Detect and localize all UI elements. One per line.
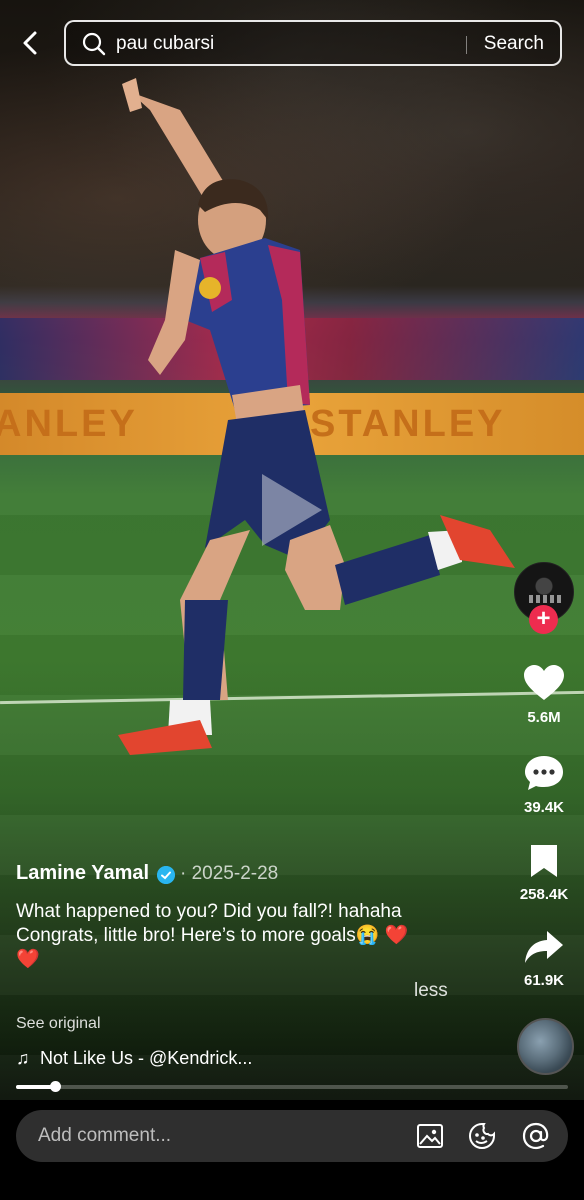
- save-count: 258.4K: [519, 886, 569, 903]
- share-button[interactable]: 61.9K: [514, 929, 574, 989]
- post-caption: What happened to you? Did you fall?! hah…: [16, 900, 466, 972]
- video-screen: ANLEY STANLEY pau cubarsi Search + 5.6M …: [0, 0, 584, 1200]
- progress-knob[interactable]: [50, 1081, 61, 1092]
- play-icon[interactable]: [262, 474, 322, 546]
- music-label[interactable]: ♫ Not Like Us - @Kendrick...: [16, 1048, 252, 1069]
- search-icon: [82, 32, 106, 56]
- caption-line: What happened to you? Did you fall?! hah…: [16, 901, 402, 922]
- back-arrow-icon[interactable]: [18, 30, 44, 56]
- see-original-link[interactable]: See original: [16, 1015, 101, 1033]
- like-button[interactable]: 5.6M: [514, 664, 574, 726]
- music-note-icon: ♫: [16, 1048, 30, 1068]
- caption-line: Congrats, little bro! Here’s to more goa…: [16, 925, 409, 946]
- search-button[interactable]: Search: [484, 33, 544, 55]
- bookmark-icon: [531, 845, 557, 877]
- music-disc[interactable]: [517, 1018, 574, 1075]
- music-title: Not Like Us - @Kendrick...: [40, 1048, 253, 1068]
- author-name[interactable]: Lamine Yamal: [16, 862, 149, 885]
- comment-bubble-icon: [525, 756, 563, 790]
- image-icon[interactable]: [416, 1122, 444, 1150]
- verified-badge-icon: [157, 866, 175, 884]
- search-query[interactable]: pau cubarsi: [116, 33, 214, 55]
- mention-at-icon[interactable]: [522, 1122, 550, 1150]
- post-date: · 2025-2-28: [180, 863, 279, 884]
- like-count: 5.6M: [527, 709, 561, 726]
- search-bar[interactable]: pau cubarsi Search: [64, 20, 562, 66]
- sticker-emoji-icon[interactable]: [468, 1122, 496, 1150]
- follow-plus-button[interactable]: +: [529, 605, 558, 634]
- comment-placeholder: Add comment...: [38, 1125, 172, 1146]
- save-button[interactable]: 258.4K: [514, 843, 574, 903]
- progress-track[interactable]: [16, 1085, 568, 1089]
- heart-icon: [524, 665, 564, 700]
- share-arrow-icon: [525, 931, 563, 963]
- share-count: 61.9K: [523, 972, 565, 989]
- caption-line: ❤️: [16, 949, 40, 970]
- search-divider: [466, 36, 467, 54]
- less-toggle[interactable]: less: [414, 980, 448, 1002]
- comment-button[interactable]: 39.4K: [514, 754, 574, 816]
- comment-count: 39.4K: [523, 799, 565, 816]
